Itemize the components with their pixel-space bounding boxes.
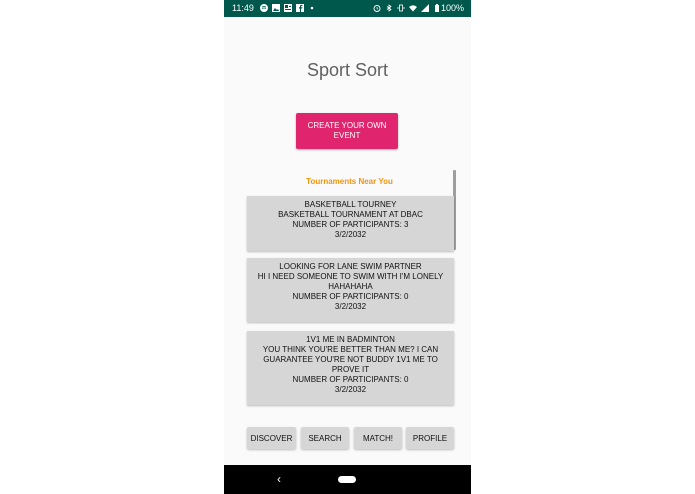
- event-participants: NUMBER OF PARTICIPANTS: 0: [292, 375, 409, 384]
- wifi-icon: [409, 5, 417, 12]
- profile-button[interactable]: PROFILE: [406, 427, 454, 449]
- event-title: LOOKING FOR LANE SWIM PARTNER: [279, 262, 422, 271]
- event-title: 1V1 ME IN BADMINTON: [306, 335, 395, 344]
- event-participants: NUMBER OF PARTICIPANTS: 3: [292, 220, 409, 229]
- event-description: HI I NEED SOMEONE TO SWIM WITH I'M LONEL…: [257, 272, 444, 291]
- system-nav-bar: ‹: [224, 465, 471, 494]
- facebook-icon: [296, 4, 304, 12]
- notification-icons: [260, 4, 316, 12]
- signal-icon: [421, 4, 429, 12]
- news-icon: [284, 4, 292, 12]
- event-date: 3/2/2032: [334, 302, 367, 311]
- event-description: YOU THINK YOU'RE BETTER THAN ME? I CAN G…: [262, 345, 439, 374]
- bottom-nav: DISCOVER SEARCH MATCH! PROFILE: [224, 427, 471, 449]
- back-button[interactable]: ‹: [274, 472, 284, 486]
- status-time: 11:49: [232, 3, 254, 13]
- home-button[interactable]: [338, 476, 356, 483]
- event-title: BASKETBALL TOURNEY: [304, 200, 397, 209]
- discover-button[interactable]: DISCOVER: [247, 427, 296, 449]
- event-participants: NUMBER OF PARTICIPANTS: 0: [292, 292, 409, 301]
- event-card[interactable]: LOOKING FOR LANE SWIM PARTNER HI I NEED …: [247, 258, 454, 322]
- app-title: Sport Sort: [306, 60, 389, 80]
- spotify-icon: [260, 4, 268, 12]
- dot-icon: [310, 6, 314, 10]
- battery-percent: 100%: [440, 3, 464, 13]
- search-button[interactable]: SEARCH: [301, 427, 349, 449]
- section-title: Tournaments Near You: [306, 177, 393, 186]
- event-description: BASKETBALL TOURNAMENT AT DBAC: [278, 210, 423, 219]
- bluetooth-icon: [386, 4, 392, 12]
- status-bar: 11:49 100%: [224, 0, 471, 17]
- image-icon: [272, 4, 280, 12]
- event-date: 3/2/2032: [334, 230, 367, 239]
- phone-screen: 11:49 100% Sport Sort CREATE YOUR OWN EV…: [224, 0, 471, 494]
- system-icons: [373, 4, 441, 12]
- event-date: 3/2/2032: [334, 385, 367, 394]
- create-event-button[interactable]: CREATE YOUR OWN EVENT: [296, 113, 398, 149]
- match-button[interactable]: MATCH!: [354, 427, 402, 449]
- alarm-icon: [373, 5, 381, 12]
- vibrate-icon: [397, 4, 405, 12]
- event-card[interactable]: 1V1 ME IN BADMINTON YOU THINK YOU'RE BET…: [247, 331, 454, 405]
- event-card[interactable]: BASKETBALL TOURNEY BASKETBALL TOURNAMENT…: [247, 196, 454, 251]
- battery-icon: [435, 4, 439, 12]
